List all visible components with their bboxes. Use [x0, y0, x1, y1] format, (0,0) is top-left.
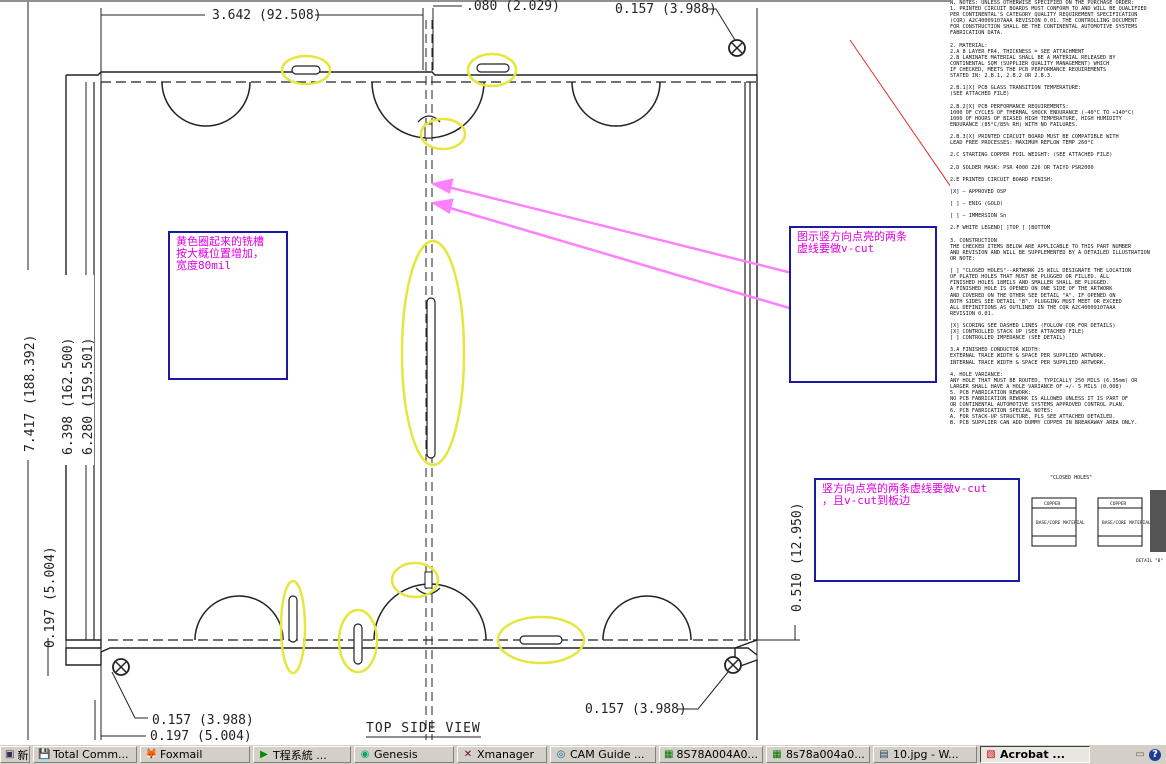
taskbar-button-label: Xmanager — [477, 748, 534, 761]
notes-line: 1000 OF CYCLES OF THERMAL SHOCK ENDURANC… — [950, 109, 1135, 116]
taskbar-button-label: CAM Guide ... — [570, 748, 645, 761]
taskbar-button[interactable]: ▦ 8S78A004A0... — [659, 746, 763, 763]
note-slots-line-3: 宽度80mil — [176, 259, 232, 272]
taskbar-button[interactable]: ▤ 10.jpg - W... — [873, 746, 977, 763]
image-icon: ▤ — [879, 748, 889, 760]
detail-copper-1: COPPER — [1044, 501, 1061, 507]
taskbar-button[interactable]: ▧ Acrobat ... — [980, 746, 1090, 763]
view-title: TOP SIDE VIEW — [366, 721, 481, 736]
taskbar-button[interactable]: ✕ Xmanager — [457, 746, 547, 763]
taskbar-button-label: Genesis — [374, 748, 418, 761]
cad-drawing-canvas: 3.642 (92.508) .080 (2.029) 0.157 (3.988… — [0, 0, 1166, 744]
system-tray: ▭ ? — [1132, 746, 1166, 763]
dim-hole-top-right: 0.157 (3.988) — [615, 2, 717, 17]
note-vcut-edge-line-2: ，且v-cut到板边 — [822, 494, 911, 507]
tooling-hole-top-right — [728, 39, 746, 57]
taskbar-button-label: Foxmail — [160, 748, 203, 761]
taskbar-button[interactable]: ▦ 8s78a004a0... — [766, 746, 870, 763]
taskbar-button-label: Acrobat ... — [1000, 748, 1065, 761]
dim-height-total: 7.417 (188.392) — [23, 335, 38, 452]
note-box-vcut: 图示竖方向点亮的两条 虚线要做v-cut — [789, 226, 937, 383]
dim-left-margin: 0.197 (5.004) — [43, 546, 58, 648]
dim-right-margin: 0.510 (12.950) — [790, 502, 805, 612]
taskbar-button[interactable]: ◎ CAM Guide ... — [550, 746, 656, 763]
taskbar-items: ▣新...💾Total Comm...🦊Foxmail▶T程系統 ...◉Gen… — [0, 745, 1093, 764]
taskbar: ▣新...💾Total Comm...🦊Foxmail▶T程系統 ...◉Gen… — [0, 744, 1166, 764]
dim-hole-bottom-left: 0.157 (3.988) — [152, 713, 254, 728]
taskbar-button[interactable]: ◉ Genesis — [354, 746, 454, 763]
detail-copper-2: COPPER — [1110, 501, 1127, 507]
printer-icon[interactable]: ▭ — [1134, 749, 1146, 761]
taskbar-button-label: 8s78a004a0... — [786, 748, 865, 761]
note-box-vcut-edge: 竖方向点亮的两条虚线要做v-cut ，且v-cut到板边 — [814, 478, 1020, 582]
excel-icon: ▦ — [664, 748, 674, 760]
globe-icon: ◉ — [360, 748, 370, 760]
window-icon: ▣ — [5, 748, 15, 760]
closed-holes-detail: "CLOSED HOLES" COPPER BASE/CORE MATERIAL… — [1031, 475, 1166, 564]
taskbar-button-label: Total Comm... — [53, 748, 129, 761]
detail-core-1: BASE/CORE MATERIAL — [1036, 520, 1085, 526]
help-icon[interactable]: ? — [1149, 748, 1161, 761]
tooling-hole-bottom-left — [112, 658, 130, 676]
notes-line: B. PCB SUPPLIER CAN ADD DUMMY COPPER IN … — [950, 420, 1138, 427]
pdf-icon: ▧ — [986, 748, 996, 760]
taskbar-button-label: T程系統 ... — [273, 748, 327, 762]
tooling-hole-bottom-right — [724, 656, 742, 674]
fox-icon: 🦊 — [145, 748, 158, 760]
dim-offset-top: .080 (2.029) — [466, 0, 560, 14]
taskbar-button-label: 10.jpg - W... — [893, 748, 959, 761]
dim-hole-bottom-right: 0.157 (3.988) — [585, 702, 687, 717]
detail-title: "CLOSED HOLES" — [1050, 475, 1092, 481]
excel-icon: ▦ — [772, 748, 782, 760]
app-icon: ▶ — [260, 748, 268, 760]
note-box-slots: 黄色圈起来的铣槽 按大概位置增加， 宽度80mil — [168, 231, 288, 380]
dim-width-top: 3.642 (92.508) — [212, 8, 322, 23]
taskbar-button[interactable]: 🦊 Foxmail — [140, 746, 250, 763]
taskbar-button[interactable]: 💾 Total Comm... — [33, 746, 137, 763]
notes-line: AND REVISION AND WILL BE SUPPLEMENTED BY… — [950, 249, 1150, 256]
taskbar-button[interactable]: ▣新... — [0, 746, 30, 763]
floppy-icon: 💾 — [38, 748, 51, 760]
eye-icon: ◎ — [556, 748, 566, 760]
taskbar-button-label: 新... — [17, 748, 29, 762]
detail-b-label: DETAIL "B" — [1136, 558, 1163, 564]
x-icon: ✕ — [463, 748, 473, 760]
notes-line: ANY HOLE THAT MUST BE ROUTED, TYPICALLY … — [950, 377, 1138, 384]
dim-bottom-margin: 0.197 (5.004) — [150, 729, 252, 744]
dim-height-inner2: 6.280 (159.501) — [81, 338, 96, 455]
vcut-arrows — [430, 178, 841, 325]
taskbar-button[interactable]: ▶ T程系統 ... — [253, 746, 351, 763]
detail-core-2: BASE/CORE MATERIAL — [1102, 520, 1151, 526]
taskbar-button-label: 8S78A004A0... — [676, 748, 758, 761]
dim-height-inner1: 6.398 (162.500) — [61, 338, 76, 455]
note-vcut-line-2: 虚线要做v-cut — [797, 242, 875, 255]
fabrication-notes: N. NOTES: UNLESS OTHERWISE SPECIFIED ON … — [950, 0, 1166, 744]
